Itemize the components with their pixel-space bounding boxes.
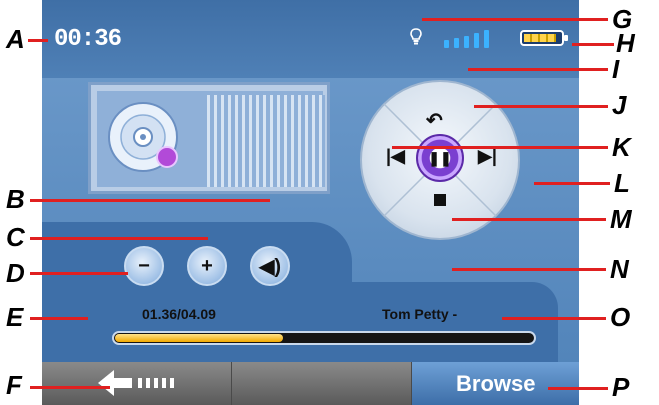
- signal-bar: [474, 33, 479, 48]
- info-panel: [42, 282, 558, 374]
- signal-bar: [484, 30, 489, 48]
- middle-softkey[interactable]: [232, 362, 412, 405]
- speaker-icon[interactable]: ◀): [250, 246, 290, 286]
- callout-k: K: [612, 132, 631, 162]
- volume-up-icon[interactable]: +: [187, 246, 227, 286]
- leader-k: [392, 146, 608, 149]
- callout-c: C: [6, 222, 25, 252]
- volume-down-icon[interactable]: −: [124, 246, 164, 286]
- back-button[interactable]: [42, 362, 232, 405]
- callout-o: O: [610, 302, 631, 332]
- bottom-bar: Browse: [42, 362, 579, 405]
- callout-n: N: [610, 254, 629, 284]
- leader-a: [28, 39, 48, 42]
- leader-i: [468, 68, 608, 71]
- signal-icon: [444, 28, 489, 48]
- callout-f: F: [6, 370, 22, 400]
- back-icon[interactable]: ↶: [426, 108, 443, 133]
- callout-a: A: [6, 24, 25, 54]
- control-wheel[interactable]: ↶ |◀ ❚❚ ▶|: [360, 80, 520, 240]
- leader-e: [30, 317, 88, 320]
- browse-label: Browse: [456, 371, 536, 396]
- callout-m: M: [610, 204, 632, 234]
- leader-p: [548, 387, 608, 390]
- time-counter: 01.36/04.09: [142, 306, 216, 322]
- callout-e: E: [6, 302, 24, 332]
- callout-b: B: [6, 184, 25, 214]
- back-arrow-icon: [98, 370, 174, 396]
- browse-button[interactable]: Browse: [412, 362, 579, 405]
- album-art: [97, 91, 325, 187]
- leader-g: [422, 18, 608, 21]
- battery-icon: [520, 30, 568, 46]
- leader-b: [30, 199, 270, 202]
- leader-c: [30, 237, 208, 240]
- album-pattern: [207, 95, 325, 187]
- leader-o: [502, 317, 606, 320]
- track-title: Tom Petty -: [382, 306, 458, 322]
- callout-d: D: [6, 258, 25, 288]
- stop-icon[interactable]: [434, 194, 446, 206]
- leader-m: [452, 218, 606, 221]
- leader-f: [30, 386, 110, 389]
- signal-bar: [454, 38, 459, 48]
- player-screen: 00:36 ↶ |◀ ❚❚ ▶| − + ◀) 01.36/04.09 Tom …: [42, 0, 579, 405]
- progress-bar[interactable]: [112, 331, 536, 345]
- callout-p: P: [612, 372, 630, 402]
- signal-bar: [464, 36, 469, 48]
- previous-icon[interactable]: |◀: [386, 146, 405, 167]
- status-bar: 00:36: [42, 0, 579, 78]
- callout-l: L: [614, 168, 630, 198]
- pause-icon[interactable]: ❚❚: [416, 134, 464, 182]
- callout-i: I: [612, 54, 620, 84]
- leader-h: [572, 43, 614, 46]
- leader-d: [30, 272, 128, 275]
- album-art-frame: [88, 82, 330, 194]
- battery-level: [524, 34, 557, 42]
- cd-icon: [108, 102, 178, 172]
- leader-l: [534, 182, 610, 185]
- leader-j: [474, 105, 608, 108]
- leader-n: [452, 268, 606, 271]
- lightbulb-icon: [410, 28, 422, 45]
- next-icon[interactable]: ▶|: [478, 146, 497, 167]
- signal-bar: [444, 40, 449, 48]
- progress-fill: [115, 334, 283, 342]
- clock-time: 00:36: [54, 26, 122, 53]
- callout-j: J: [612, 90, 627, 120]
